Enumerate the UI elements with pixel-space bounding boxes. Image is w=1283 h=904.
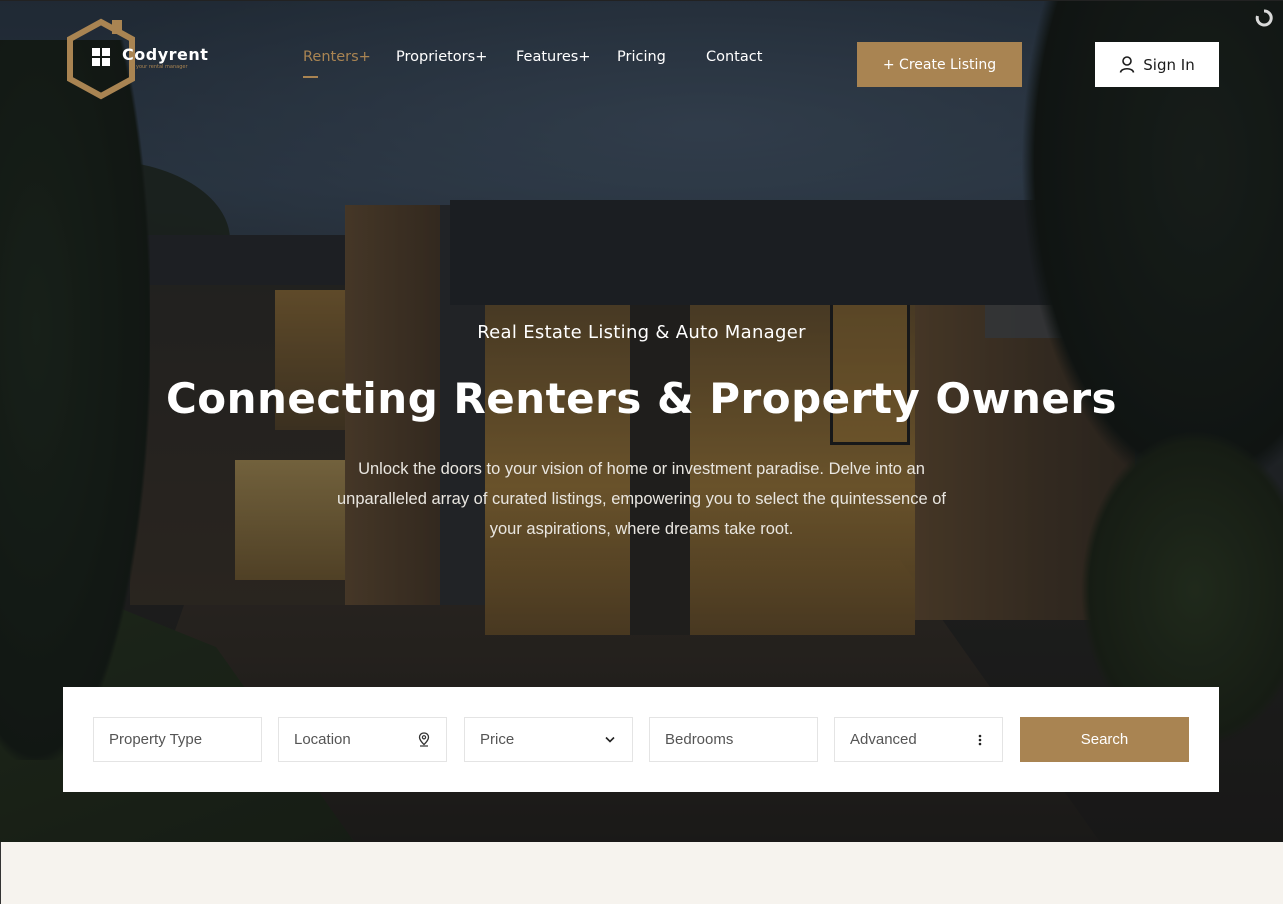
vertical-dots-icon	[973, 732, 987, 748]
hero-description: Unlock the doors to your vision of home …	[310, 454, 973, 544]
sign-in-button[interactable]: Sign In	[1095, 42, 1219, 87]
price-label: Price	[480, 731, 515, 748]
brand-tagline: your rental manager	[136, 64, 188, 70]
advanced-options-button[interactable]: Advanced	[834, 717, 1003, 762]
hero-description-line: unparalleled array of curated listings, …	[336, 490, 947, 508]
property-type-field[interactable]: Property Type	[93, 717, 262, 762]
nav-item-contact[interactable]: Contact	[706, 49, 762, 65]
price-select[interactable]: Price	[464, 717, 633, 762]
nav-item-proprietors[interactable]: Proprietors+	[396, 49, 487, 65]
property-type-label: Property Type	[109, 731, 203, 748]
create-listing-button[interactable]: + Create Listing	[857, 42, 1022, 87]
search-button[interactable]: Search	[1020, 717, 1189, 762]
advanced-label: Advanced	[850, 731, 917, 748]
nav-item-renters[interactable]: Renters+	[303, 49, 371, 65]
user-icon	[1119, 56, 1135, 73]
window-top-border	[0, 0, 1283, 1]
sign-in-label: Sign In	[1143, 55, 1195, 74]
spinner-icon	[1254, 8, 1274, 28]
nav-item-pricing[interactable]: Pricing	[617, 49, 666, 65]
bedrooms-label: Bedrooms	[665, 731, 734, 748]
hero-description-line: Unlock the doors to your vision of home …	[358, 460, 925, 478]
nav-active-indicator	[303, 76, 318, 78]
brand-name: Codyrent	[122, 45, 209, 64]
bedrooms-field[interactable]: Bedrooms	[649, 717, 818, 762]
chevron-down-icon	[603, 732, 617, 748]
location-field[interactable]: Location	[278, 717, 447, 762]
hero-subtitle: Real Estate Listing & Auto Manager	[477, 322, 806, 343]
nav-item-features[interactable]: Features+	[516, 49, 591, 65]
hero-description-line: your aspirations, where dreams take root…	[489, 520, 794, 538]
search-panel: Property Type Location Price Bedrooms Ad…	[63, 687, 1219, 792]
hero-title: Connecting Renters & Property Owners	[165, 374, 1118, 423]
map-pin-icon	[417, 732, 431, 748]
page-content-section	[0, 842, 1283, 904]
location-label: Location	[294, 731, 351, 748]
